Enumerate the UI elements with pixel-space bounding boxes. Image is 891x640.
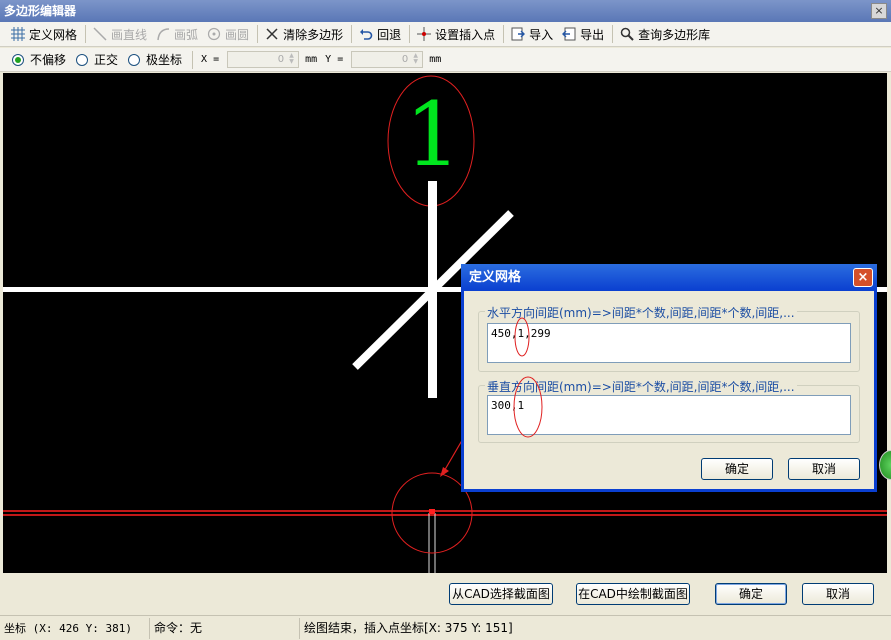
mode-no-offset[interactable]: 不偏移 (12, 51, 66, 68)
vertical-spacing-input[interactable]: 300,1 (487, 395, 851, 435)
mode-orthogonal[interactable]: 正交 (76, 51, 118, 68)
x-coordinate-value: 0 (277, 54, 285, 65)
toolbar-separator (612, 25, 614, 43)
grid-icon (10, 26, 26, 42)
undo-icon (358, 26, 374, 42)
status-bar: 坐标 (X: 426 Y: 381) 命令：无 绘图结束，插入点坐标[X: 37… (0, 615, 891, 640)
options-separator (192, 50, 194, 69)
bottom-button-bar: 从CAD选择截面图 在CAD中绘制截面图 确定 取消 (0, 573, 891, 615)
toolbar-separator (85, 25, 87, 43)
define-grid-button[interactable]: 定义网格 (10, 26, 77, 43)
radio-button[interactable] (76, 53, 89, 66)
cancel-button[interactable]: 取消 (802, 583, 874, 605)
x-coordinate-label: X = (201, 54, 220, 65)
import-button[interactable]: 导入 (510, 26, 553, 43)
clear-icon (264, 26, 280, 42)
y-coordinate-input[interactable]: 0 ▲ ▼ (351, 51, 424, 68)
main-toolbar: 定义网格 画直线 画弧 画圆 清除多边形 回退 设置插入点 导入 导出 查询多边… (0, 22, 891, 47)
search-icon (619, 26, 635, 42)
line-icon (92, 26, 108, 42)
clear-polygon-button[interactable]: 清除多边形 (264, 26, 343, 43)
draw-arc-button[interactable]: 画弧 (155, 26, 198, 43)
horizontal-spacing-group: 水平方向间距(mm)=>间距*个数,间距,间距*个数,间距,... 450,1,… (478, 304, 860, 372)
window-title: 多边形编辑器 (4, 4, 77, 18)
dialog-titlebar: 定义网格 × (461, 264, 877, 291)
mode-polar-label: 极坐标 (146, 53, 183, 67)
horizontal-spacing-label: 水平方向间距(mm)=>间距*个数,间距,间距*个数,间距,... (485, 304, 797, 321)
status-command: 命令：无 (150, 617, 300, 639)
mode-no-offset-label: 不偏移 (30, 53, 67, 67)
insert-point-icon (416, 26, 432, 42)
vertical-spacing-label: 垂直方向间距(mm)=>间距*个数,间距,间距*个数,间距,... (485, 378, 797, 395)
toolbar-separator (503, 25, 505, 43)
draw-circle-button[interactable]: 画圆 (206, 26, 249, 43)
window-close-button[interactable]: × (871, 3, 887, 19)
ok-button[interactable]: 确定 (715, 583, 787, 605)
insert-point-marker (429, 509, 435, 514)
y-unit-label: mm (429, 54, 442, 65)
draw-arc-label: 画弧 (174, 27, 199, 42)
query-polygon-library-button[interactable]: 查询多边形库 (619, 26, 710, 43)
spinner-arrows-icon[interactable]: ▲ ▼ (286, 53, 297, 66)
status-message: 绘图结束，插入点坐标[X: 375 Y: 151] (304, 620, 513, 635)
draw-line-label: 画直线 (111, 27, 148, 42)
draw-section-in-cad-button[interactable]: 在CAD中绘制截面图 (576, 583, 690, 605)
circle-icon (206, 26, 222, 42)
spinner-arrows-icon[interactable]: ▲ ▼ (410, 53, 421, 66)
query-polygon-library-label: 查询多边形库 (638, 27, 711, 42)
y-coordinate-label: Y = (325, 54, 344, 65)
undo-label: 回退 (377, 27, 402, 42)
import-label: 导入 (529, 27, 554, 42)
toolbar-separator (257, 25, 259, 43)
define-grid-dialog: 定义网格 × 水平方向间距(mm)=>间距*个数,间距,间距*个数,间距,...… (461, 264, 877, 492)
mode-polar[interactable]: 极坐标 (128, 51, 182, 68)
x-coordinate-input[interactable]: 0 ▲ ▼ (227, 51, 300, 68)
dialog-cancel-button[interactable]: 取消 (788, 458, 860, 480)
radio-button[interactable] (128, 53, 141, 66)
vertical-spacing-group: 垂直方向间距(mm)=>间距*个数,间距,间距*个数,间距,... 300,1 (478, 378, 860, 443)
dialog-close-button[interactable]: × (853, 268, 873, 287)
draw-line-button[interactable]: 画直线 (92, 26, 147, 43)
set-insert-point-button[interactable]: 设置插入点 (416, 26, 495, 43)
import-icon (510, 26, 526, 42)
dialog-ok-button[interactable]: 确定 (701, 458, 773, 480)
draw-circle-label: 画圆 (225, 27, 250, 42)
radio-button[interactable] (12, 53, 24, 66)
axis-number-label: 1 (405, 83, 461, 186)
toolbar-separator (409, 25, 411, 43)
set-insert-point-label: 设置插入点 (435, 27, 496, 42)
window-titlebar: 多边形编辑器 × (0, 0, 891, 22)
y-coordinate-value: 0 (401, 54, 409, 65)
toolbar-separator (351, 25, 353, 43)
export-label: 导出 (580, 27, 605, 42)
undo-button[interactable]: 回退 (358, 26, 401, 43)
select-section-from-cad-button[interactable]: 从CAD选择截面图 (449, 583, 553, 605)
export-button[interactable]: 导出 (561, 26, 604, 43)
status-coordinates: 坐标 (X: 426 Y: 381) (0, 617, 150, 639)
clear-polygon-label: 清除多边形 (283, 27, 344, 42)
x-unit-label: mm (305, 54, 318, 65)
arc-icon (155, 26, 171, 42)
mode-orthogonal-label: 正交 (94, 53, 119, 67)
define-grid-label: 定义网格 (29, 27, 78, 42)
dialog-title: 定义网格 (469, 270, 522, 285)
options-bar: 不偏移 正交 极坐标 X = 0 ▲ ▼ mm Y = 0 ▲ ▼ mm (0, 48, 891, 72)
horizontal-spacing-input[interactable]: 450,1,299 (487, 323, 851, 363)
export-icon (561, 26, 577, 42)
